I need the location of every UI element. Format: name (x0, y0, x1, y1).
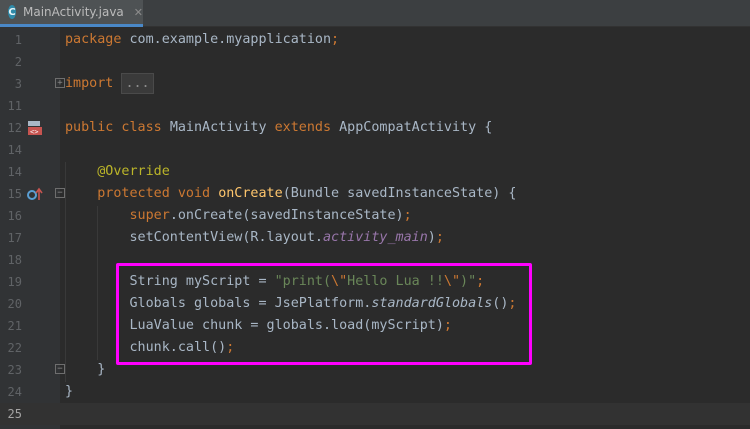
line-number: 24 (7, 385, 22, 399)
code-text: super.onCreate(savedInstanceState); (65, 205, 412, 227)
indent-guide (65, 162, 66, 382)
code-text: } (65, 381, 73, 403)
code-text: @Override (65, 161, 170, 183)
code-token: .onCreate(savedInstanceState) (169, 208, 404, 223)
code-token: } (65, 362, 106, 377)
fold-expand-icon[interactable]: + (55, 78, 65, 88)
code-text: } (65, 359, 105, 381)
class-icon: C (8, 5, 16, 19)
indent-guide (97, 206, 98, 360)
code-token: activity_main (322, 230, 428, 245)
code-text: import ... (65, 73, 154, 95)
code-token: super (129, 208, 170, 223)
code-token: com.example.myapplication (121, 32, 332, 47)
close-icon[interactable]: ✕ (134, 6, 143, 19)
code-line[interactable]: 2 (0, 51, 750, 73)
tab-label: MainActivity.java (23, 5, 124, 19)
code-token: AppCompatActivity { (339, 120, 493, 135)
line-number: 23 (7, 363, 22, 377)
code-token: setContentView(R.layout. (65, 230, 323, 245)
code-text: public class MainActivity extends AppCom… (65, 117, 492, 139)
line-number: 3 (14, 77, 22, 91)
code-token: onCreate (218, 186, 283, 201)
code-token: ) (427, 230, 436, 245)
line-number: 15 (7, 187, 22, 201)
code-token: package (65, 32, 122, 47)
line-number: 12 (7, 121, 22, 135)
code-token: public class (65, 120, 170, 135)
code-line[interactable]: 14 (0, 139, 750, 161)
code-line[interactable]: 17 setContentView(R.layout.activity_main… (0, 227, 750, 249)
line-number: 11 (7, 99, 22, 113)
fold-collapse-icon[interactable]: − (55, 364, 65, 374)
code-line[interactable]: 12 <> public class MainActivity extends Ap… (0, 117, 750, 139)
android-activity-icon[interactable]: <> (27, 120, 43, 136)
line-number: 22 (7, 341, 22, 355)
fold-collapse-icon[interactable]: − (55, 188, 65, 198)
code-text: setContentView(R.layout.activity_main); (65, 227, 444, 249)
code-line[interactable]: 25 (0, 403, 750, 425)
folded-imports[interactable]: ... (121, 73, 154, 94)
line-number: 14 (7, 165, 22, 179)
code-token: } (65, 384, 74, 399)
code-token: MainActivity (169, 120, 275, 135)
code-token: ; (435, 230, 444, 245)
code-token: protected void (97, 186, 219, 201)
line-number: 14 (7, 143, 22, 157)
code-line[interactable]: 16 super.onCreate(savedInstanceState); (0, 205, 750, 227)
code-line[interactable]: 14 @Override (0, 161, 750, 183)
code-token: extends (274, 120, 340, 135)
code-text: protected void onCreate(Bundle savedInst… (65, 183, 516, 205)
code-text: package com.example.myapplication; (65, 29, 339, 51)
code-line[interactable]: 15 − protected void onCreate(Bundle saved… (0, 183, 750, 205)
code-line[interactable]: 24} (0, 381, 750, 403)
editor-tab-bar: C MainActivity.java ✕ (0, 0, 750, 27)
code-token: import (65, 76, 114, 91)
line-number: 17 (7, 231, 22, 245)
code-token: @Override (97, 164, 170, 179)
line-number: 2 (14, 55, 22, 69)
line-number: 19 (7, 275, 22, 289)
line-number: 20 (7, 297, 22, 311)
line-number: 16 (7, 209, 22, 223)
code-line[interactable]: 3 + import ... (0, 73, 750, 95)
code-line[interactable]: 11 (0, 95, 750, 117)
tab-main-activity[interactable]: C MainActivity.java ✕ (0, 0, 143, 27)
code-token: (Bundle savedInstanceState) { (282, 186, 517, 201)
code-token: ; (403, 208, 412, 223)
highlight-box (116, 263, 532, 365)
line-number: 21 (7, 319, 22, 333)
code-token: ; (331, 32, 340, 47)
code-line[interactable]: 1 package com.example.myapplication; (0, 29, 750, 51)
line-number: 1 (14, 33, 22, 47)
line-number: 25 (7, 407, 22, 421)
override-method-icon[interactable] (27, 186, 43, 202)
line-number: 18 (7, 253, 22, 267)
svg-text:<>: <> (30, 128, 38, 136)
